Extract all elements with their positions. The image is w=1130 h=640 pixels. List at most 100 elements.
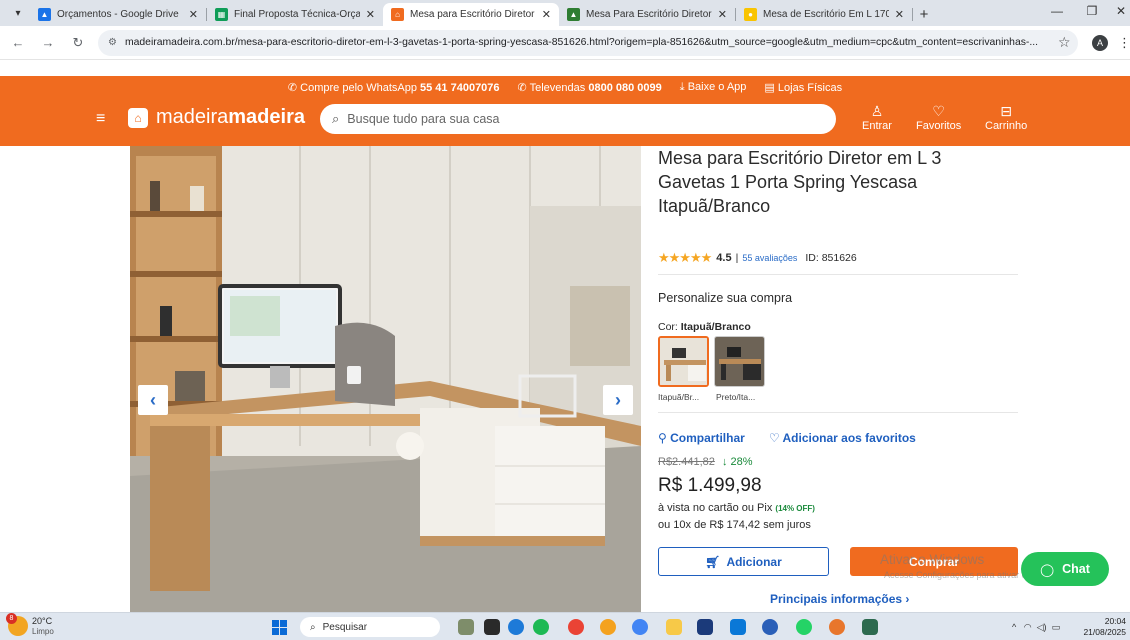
spotify-icon[interactable] — [533, 619, 549, 635]
close-tab-icon[interactable]: ✕ — [718, 8, 727, 21]
reviews-link[interactable]: 55 avaliações — [742, 253, 797, 263]
site-info-icon[interactable]: ⚙ — [108, 37, 117, 48]
tab-proposta[interactable]: ▦ Final Proposta Técnica-Orçamen ✕ — [207, 3, 383, 26]
tab-title: Mesa para Escritório Diretor em — [410, 9, 536, 20]
heart-icon: ♡ — [932, 103, 945, 119]
whatsapp-icon: ✆ — [287, 81, 298, 94]
back-icon[interactable]: ← — [6, 35, 30, 50]
tab-madeiramadeira[interactable]: ⌂ Mesa para Escritório Diretor em ✕ — [383, 3, 559, 26]
reload-icon[interactable]: ↻ — [66, 35, 90, 51]
weather-badge: 8 — [6, 613, 17, 624]
chevron-left-icon: ‹ — [150, 389, 156, 410]
address-bar[interactable]: ⚙ madeiramadeira.com.br/mesa-para-escrit… — [98, 29, 1078, 56]
site-logo[interactable]: ⌂ madeira madeira — [128, 106, 305, 129]
product-title: Mesa para Escritório Diretor em L 3 Gave… — [658, 148, 942, 216]
stores-link[interactable]: ▤ Lojas Físicas — [764, 81, 842, 94]
phone-icon: ✆ — [517, 81, 527, 94]
sheets-icon: ▦ — [215, 8, 228, 21]
wifi-icon: ◠ — [1023, 622, 1032, 632]
new-tab-button[interactable]: + — [913, 3, 935, 25]
chevron-up-icon: ^ — [1012, 622, 1017, 632]
teams-icon[interactable] — [762, 619, 778, 635]
store-icon[interactable] — [697, 619, 713, 635]
profile-avatar[interactable]: A — [1092, 35, 1108, 51]
browser-menu-icon[interactable]: ⋮ — [1118, 35, 1130, 51]
menu-hamburger-icon[interactable]: ≡ — [96, 110, 105, 128]
chrome-profile-icon[interactable] — [632, 619, 648, 635]
swatch-preto-itapua[interactable] — [714, 336, 765, 387]
close-tab-icon[interactable]: ✕ — [189, 8, 198, 21]
weather-widget[interactable]: 8 20°C Limpo — [6, 613, 54, 636]
search-input[interactable]: ⌕ Busque tudo para sua casa — [320, 104, 836, 134]
shop-favicon: ▲ — [567, 8, 580, 21]
app-label: Baixe o App — [687, 80, 747, 93]
browser-toolbar: ← → ↻ ⚙ madeiramadeira.com.br/mesa-para-… — [0, 26, 1130, 60]
tab-mesa-l[interactable]: ● Mesa de Escritório Em L 170cm ✕ — [736, 3, 912, 26]
chevron-right-icon: › — [905, 592, 910, 606]
url-text: madeiramadeira.com.br/mesa-para-escritor… — [124, 37, 1039, 48]
chrome-alt-icon[interactable] — [829, 619, 845, 635]
share-button[interactable]: ⚲ Compartilhar — [658, 431, 745, 445]
more-info-link[interactable]: Principais informações › — [770, 592, 909, 606]
product-info: Mesa para Escritório Diretor em L 3 Gave… — [658, 146, 1038, 606]
calculator-icon[interactable] — [862, 619, 878, 635]
tab-mesa-diretor[interactable]: ▲ Mesa Para Escritório Diretor Em ✕ — [559, 3, 735, 26]
login-button[interactable]: ♙ Entrar — [862, 104, 892, 132]
televendas-link[interactable]: ✆ Televendas 0800 080 0099 — [518, 81, 662, 94]
tab-google-drive[interactable]: ▲ Orçamentos - Google Drive ✕ — [30, 3, 206, 26]
gallery-next-button[interactable]: › — [603, 385, 633, 415]
favorite-label: Adicionar aos favoritos — [782, 431, 916, 445]
edge-icon[interactable] — [508, 619, 524, 635]
search-placeholder: Busque tudo para sua casa — [347, 112, 500, 126]
swatch-image — [660, 338, 707, 385]
clock-date: 21/08/2025 — [1083, 627, 1126, 637]
cart-button[interactable]: ⊟ Carrinho — [985, 104, 1027, 132]
rating-separator: | — [735, 252, 739, 264]
close-window-icon[interactable]: ✕ — [1106, 4, 1130, 18]
copilot-icon[interactable] — [600, 619, 616, 635]
rating-value: 4.5 — [716, 252, 732, 264]
outlook-icon[interactable] — [730, 619, 746, 635]
minimize-icon[interactable]: — — [1042, 4, 1072, 18]
pix-text: à vista no cartão ou Pix — [658, 502, 773, 514]
close-tab-icon[interactable]: ✕ — [895, 8, 904, 21]
forward-icon[interactable]: → — [36, 35, 60, 50]
bookmark-star-icon[interactable]: ☆ — [1058, 34, 1071, 51]
cart-icon: ⊟ — [1000, 103, 1012, 119]
close-tab-icon[interactable]: ✕ — [542, 8, 551, 21]
chrome-icon[interactable] — [568, 619, 584, 635]
file-explorer-icon[interactable] — [666, 619, 682, 635]
add-to-cart-button[interactable]: 🛒︎ Adicionar — [658, 547, 829, 576]
windows-taskbar: 8 20°C Limpo ⌕ Pesquisar ^ ◠ ◁) ▭ 20:04 … — [0, 612, 1130, 640]
personalize-heading: Personalize sua compra — [658, 291, 793, 305]
download-icon: ⤓ — [679, 80, 685, 93]
taskbar-clock[interactable]: 20:04 21/08/2025 — [1080, 616, 1126, 638]
product-id: ID: 851626 — [805, 252, 857, 264]
favorite-button[interactable]: ♡ Adicionar aos favoritos — [769, 431, 916, 445]
chat-button[interactable]: ◯ Chat — [1021, 552, 1109, 586]
whatsapp-app-icon[interactable] — [796, 619, 812, 635]
whatsapp-icon: ◯ — [1040, 562, 1055, 577]
product-image-gallery[interactable]: ‹ › — [130, 146, 641, 612]
close-tab-icon[interactable]: ✕ — [366, 8, 375, 21]
widgets-icon[interactable] — [458, 619, 474, 635]
swatch-itapua-branco[interactable] — [658, 336, 709, 387]
taskbar-search[interactable]: ⌕ Pesquisar — [300, 617, 440, 637]
product-rating[interactable]: ★★★★★ 4.5 | 55 avaliações ID: 851626 — [658, 250, 857, 266]
televendas-number: 0800 080 0099 — [588, 81, 662, 94]
divider — [658, 412, 1018, 413]
store-icon: ▤ — [764, 81, 775, 94]
pix-off: (14% OFF) — [775, 504, 815, 513]
system-tray[interactable]: ^ ◠ ◁) ▭ — [1012, 622, 1060, 633]
windows-start-icon[interactable] — [272, 620, 287, 635]
restore-icon[interactable]: ❐ — [1077, 4, 1107, 18]
search-icon: ⌕ — [310, 621, 316, 633]
task-view-icon[interactable] — [484, 619, 500, 635]
tab-search-menu-icon[interactable]: ▾ — [6, 2, 30, 24]
gallery-prev-button[interactable]: ‹ — [138, 385, 168, 415]
favorites-button[interactable]: ♡ Favoritos — [916, 104, 961, 132]
taskbar-search-label: Pesquisar — [322, 621, 368, 633]
tab-title: Mesa Para Escritório Diretor Em — [586, 9, 712, 20]
download-app-link[interactable]: ⤓ Baixe o App — [680, 81, 747, 94]
whatsapp-link[interactable]: ✆ Compre pelo WhatsApp 55 41 74007076 — [288, 81, 500, 94]
